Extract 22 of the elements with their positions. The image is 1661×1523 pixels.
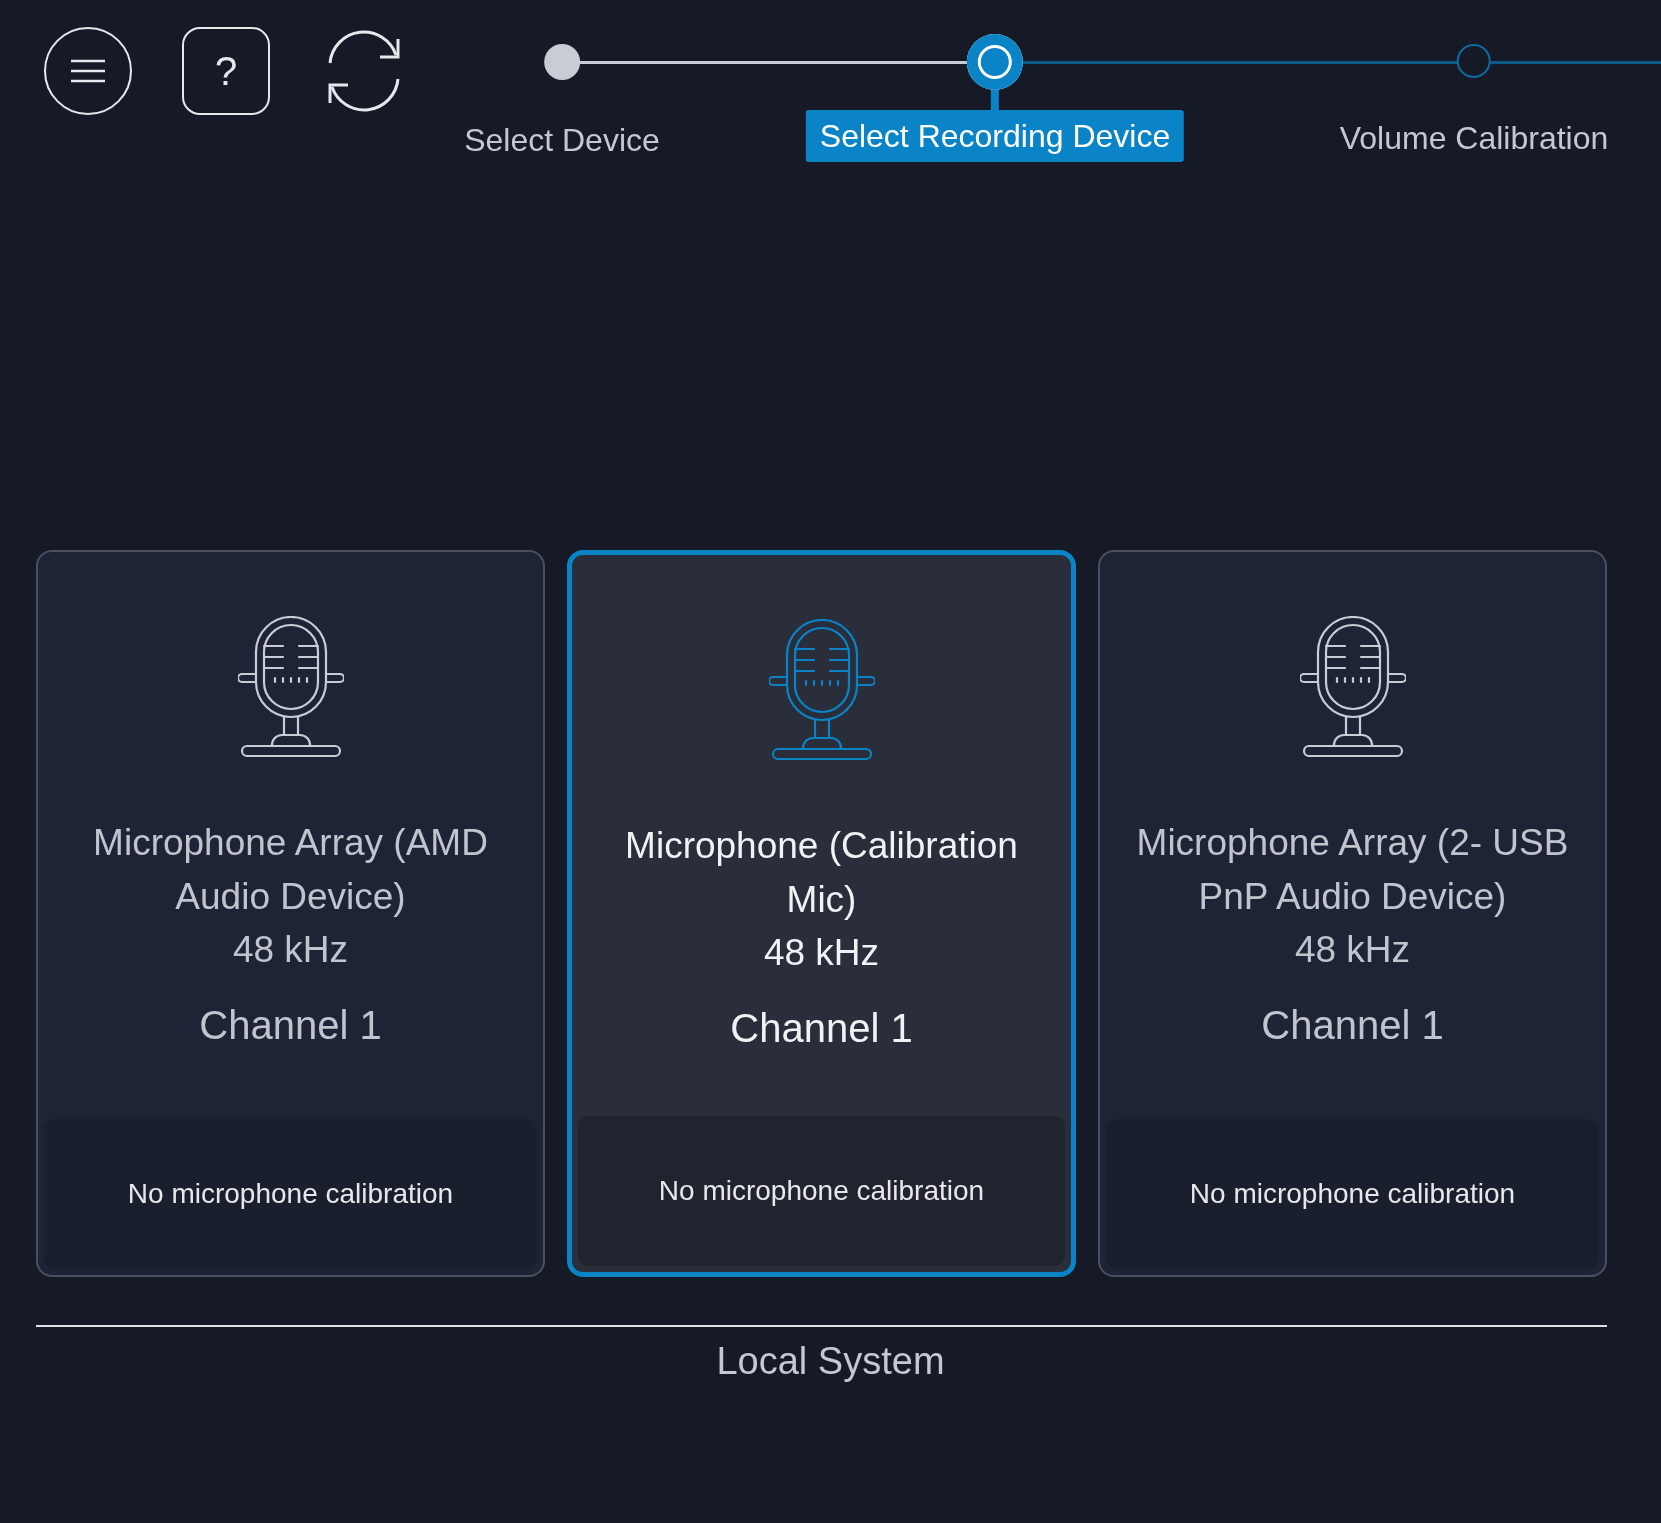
channel-label: Channel 1 xyxy=(199,1001,382,1049)
help-button[interactable]: ? xyxy=(182,27,270,115)
sample-rate: 48 kHz xyxy=(1294,928,1411,973)
channel-label: Channel 1 xyxy=(1261,1001,1444,1049)
menu-button[interactable] xyxy=(44,27,132,115)
device-name: Microphone (Calibration Mic) xyxy=(624,824,1019,922)
sample-rate: 48 kHz xyxy=(763,931,880,976)
device-card[interactable]: Microphone Array (AMD Audio Device) 48 kHz Channel 1 No microphone calibration xyxy=(36,550,545,1277)
channel-label: Channel 1 xyxy=(730,1004,913,1052)
device-card[interactable]: Microphone Array (2- USB PnP Audio Device) 48 kHz Channel 1 No microphone calibration xyxy=(1098,550,1607,1277)
calibration-status: No microphone calibration xyxy=(127,1177,454,1211)
step-tab[interactable]: Volume Calibration xyxy=(1325,112,1623,164)
section-label: Local System xyxy=(716,1339,945,1384)
calibration-status: No microphone calibration xyxy=(1189,1177,1516,1211)
sample-rate: 48 kHz xyxy=(232,928,349,973)
device-card[interactable]: Microphone (Calibration Mic) 48 kHz Channel 1 No microphone calibration xyxy=(567,550,1076,1277)
device-name: Microphone Array (2- USB PnP Audio Device) xyxy=(1135,821,1570,919)
calibration-status: No microphone calibration xyxy=(658,1174,985,1208)
step-tab[interactable]: Select Recording Device xyxy=(805,110,1185,162)
step-tab[interactable]: Select Device xyxy=(450,114,674,166)
menu-icon xyxy=(71,59,105,83)
device-name: Microphone Array (AMD Audio Device) xyxy=(92,821,489,919)
